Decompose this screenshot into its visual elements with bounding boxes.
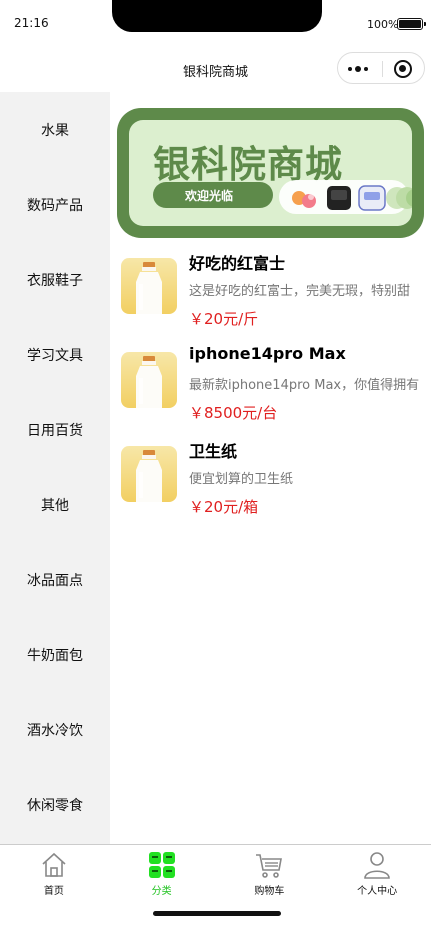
product-item[interactable]: 好吃的红富士 这是好吃的红富士，完美无瑕，特别甜 ￥20元/斤	[121, 250, 431, 340]
sidebar-item-label: 休闲零食	[27, 797, 83, 814]
banner-welcome-pill: 欢迎光临	[153, 182, 273, 208]
battery-icon	[397, 18, 426, 30]
sidebar-item-label: 日用百货	[27, 422, 83, 439]
product-item[interactable]: iphone14pro Max 最新款iphone14pro Max，你值得拥有…	[121, 344, 431, 434]
close-target-icon[interactable]	[394, 60, 412, 78]
sidebar-item-milk-bread[interactable]: 牛奶面包	[0, 617, 110, 692]
sidebar-item-daily-goods[interactable]: 日用百货	[0, 392, 110, 467]
sidebar-item-label: 学习文具	[27, 347, 83, 364]
sidebar-item-label: 冰品面点	[27, 572, 83, 589]
status-time: 21:16	[14, 16, 49, 30]
grid-icon	[148, 852, 175, 878]
product-name: 卫生纸	[189, 442, 238, 461]
banner-products-illustration	[292, 185, 412, 211]
nav-bar: 银科院商城	[0, 44, 431, 92]
sidebar-item-other[interactable]: 其他	[0, 467, 110, 542]
battery-percent: 100%	[367, 18, 399, 31]
home-icon	[42, 852, 66, 877]
sidebar-item-label: 其他	[41, 497, 69, 514]
tab-label: 购物车	[254, 886, 285, 897]
sidebar-item-frozen[interactable]: 冰品面点	[0, 542, 110, 617]
product-name: iphone14pro Max	[189, 344, 346, 363]
sidebar-item-fruit[interactable]: 水果	[0, 92, 110, 167]
product-price: ￥20元/斤	[189, 310, 259, 328]
notch	[112, 0, 322, 32]
product-description: 便宜划算的卫生纸	[189, 472, 294, 487]
product-price: ￥8500元/台	[189, 404, 278, 422]
product-description: 最新款iphone14pro Max，你值得拥有	[189, 378, 420, 393]
status-bar: 21:16 100%	[0, 0, 431, 44]
mini-program-capsule	[337, 52, 425, 84]
promo-banner[interactable]: 银科院商城 欢迎光临	[117, 108, 424, 238]
banner-panel: 银科院商城 欢迎光临	[129, 120, 412, 226]
product-image	[121, 258, 177, 314]
product-image	[121, 446, 177, 502]
product-image	[121, 352, 177, 408]
sidebar-item-digital[interactable]: 数码产品	[0, 167, 110, 242]
more-icon[interactable]	[348, 63, 374, 75]
tab-profile[interactable]: 个人中心	[323, 845, 431, 900]
sidebar-item-label: 衣服鞋子	[27, 272, 83, 289]
tab-cart[interactable]: 购物车	[216, 845, 324, 900]
tab-label: 个人中心	[357, 886, 398, 897]
capsule-divider	[382, 61, 383, 77]
phone-screen: 21:16 100% 银科院商城 水果 数码产品 衣服鞋子 学习文具 日用百货 …	[0, 0, 431, 926]
bottom-tab-bar: 首页 分类 购物车 个人中心	[0, 844, 431, 900]
tab-label: 分类	[151, 886, 172, 897]
sidebar-item-snacks[interactable]: 休闲零食	[0, 767, 110, 842]
sidebar-item-stationery[interactable]: 学习文具	[0, 317, 110, 392]
category-sidebar: 水果 数码产品 衣服鞋子 学习文具 日用百货 其他 冰品面点 牛奶面包 酒水冷饮…	[0, 92, 110, 844]
product-item[interactable]: 卫生纸 便宜划算的卫生纸 ￥20元/箱	[121, 438, 431, 528]
sidebar-item-label: 牛奶面包	[27, 647, 83, 664]
sidebar-item-label: 酒水冷饮	[27, 722, 83, 739]
tab-home[interactable]: 首页	[0, 845, 108, 900]
sidebar-item-label: 水果	[41, 122, 69, 139]
cart-icon	[256, 854, 283, 878]
sidebar-item-label: 数码产品	[27, 197, 83, 214]
user-icon	[364, 852, 390, 879]
product-description: 这是好吃的红富士，完美无瑕，特别甜	[189, 284, 411, 299]
tab-category[interactable]: 分类	[108, 845, 216, 900]
home-indicator	[153, 911, 281, 916]
sidebar-item-drinks[interactable]: 酒水冷饮	[0, 692, 110, 767]
product-name: 好吃的红富士	[189, 254, 286, 273]
sidebar-item-clothing[interactable]: 衣服鞋子	[0, 242, 110, 317]
product-price: ￥20元/箱	[189, 498, 259, 516]
tab-label: 首页	[43, 886, 64, 897]
